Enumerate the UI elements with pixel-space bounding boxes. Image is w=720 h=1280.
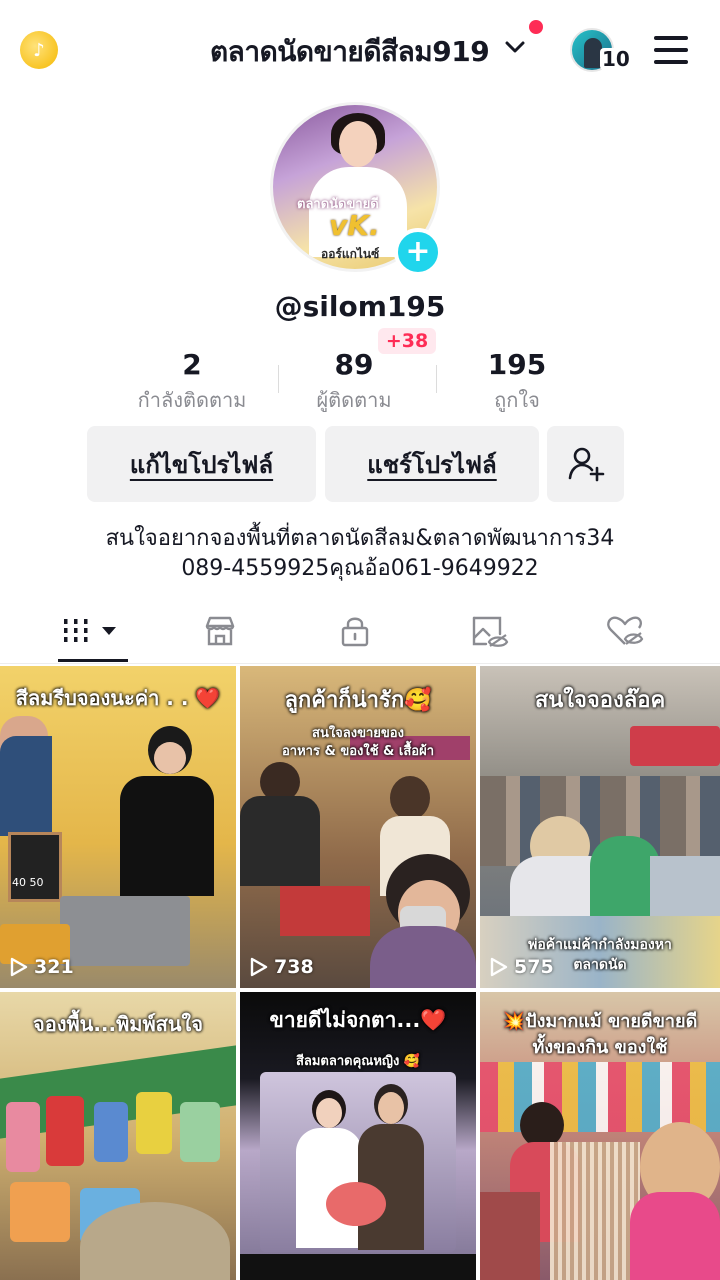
stat-followers[interactable]: 89 ผู้ติดตาม [264,348,444,416]
edit-profile-button[interactable]: แก้ไขโปรไฟล์ [87,426,316,502]
stat-value: 2 [182,348,202,381]
video-thumbnail[interactable]: จองพื้น...พิมพ์สนใจ [0,992,236,1280]
liked-hidden-icon [607,616,644,645]
play-icon [490,957,508,977]
tab-private[interactable] [305,600,405,662]
video-grid: 40 50 สีลมรีบจองนะค่า . . ❤️ 321 ลูกค้าก… [0,666,720,1280]
stat-following[interactable]: 2 กำลังติดตาม [102,348,282,416]
video-subcaption: สีลมตลาดคุณหญิง 🥰 [295,1054,421,1069]
bio-line: สนใจอยากจองพื้นที่ตลาดนัดสีลม&ตลาดพัฒนาก… [105,526,615,551]
tagged-hidden-icon [472,616,509,647]
view-count: 738 [250,956,314,978]
account-count-badge: 10 [600,47,632,71]
video-thumbnail[interactable]: 💥ปังมากแม้ ขายดีขายดี ทั้งของกิน ของใช้ [480,992,720,1280]
video-subcaption: อาหาร & ของใช้ & เสื้อผ้า [281,744,435,759]
video-caption: จองพื้น...พิมพ์สนใจ [32,1012,204,1036]
video-caption: ลูกค้าก็น่ารัก🥰 [284,688,432,713]
video-thumbnail[interactable]: ขายดีไม่จกตา...❤️ สีลมตลาดคุณหญิง 🥰 [240,992,476,1280]
profile-handle: @silom195 [274,290,446,323]
add-user-icon [568,447,604,482]
coin-icon[interactable]: ♪ [20,31,58,69]
avatar-logo-text: vK. [329,209,380,242]
account-switcher-label[interactable]: ตลาดนัดขายดีสีลม919 [210,30,490,74]
tab-liked[interactable] [575,600,675,662]
menu-icon[interactable] [654,36,688,64]
bio-line: 089-4559925คุณอ้อ061-9649922 [181,556,539,581]
price-board-text: 40 50 [12,876,44,889]
top-bar: ♪ ตลาดนัดขายดีสีลม919 10 [0,0,720,100]
stat-value: 195 [487,348,547,381]
lock-icon [341,617,369,647]
video-caption: สนใจจองล๊อค [534,688,666,713]
chevron-down-icon[interactable] [504,36,526,61]
video-caption: 💥ปังมากแม้ ขายดีขายดี [502,1011,698,1032]
video-thumbnail[interactable]: ลูกค้าก็น่ารัก🥰 สนใจลงขายของ อาหาร & ของ… [240,666,476,988]
video-caption: สีลมรีบจองนะค่า . . ❤️ [15,686,221,710]
profile-bio: สนใจอยากจองพื้นที่ตลาดนัดสีลม&ตลาดพัฒนาก… [0,524,720,584]
share-profile-label: แชร์โปรไฟล์ [367,450,497,479]
stat-label: ถูกใจ [494,388,540,412]
play-icon [10,957,28,977]
grid-icon [64,619,116,642]
view-count: 575 [490,956,554,978]
video-subcaption: ทั้งของกิน ของใช้ [532,1037,668,1058]
stat-label: กำลังติดตาม [137,388,247,412]
play-icon [250,957,268,977]
view-count: 321 [10,956,74,978]
avatar-subtext: ออร์แกไนซ์ [321,247,380,261]
video-thumbnail[interactable]: 40 50 สีลมรีบจองนะค่า . . ❤️ 321 [0,666,236,988]
profile-tabs [0,600,720,664]
video-caption: ขายดีไม่จกตา...❤️ [269,1008,447,1032]
stat-value: 89 [334,348,374,381]
tab-videos[interactable] [43,600,143,662]
shop-icon [205,616,235,646]
video-thumbnail[interactable]: สนใจจองล๊อค พ่อค้าแม่ค้ากำลังมองหา ตลาดน… [480,666,720,988]
tab-tagged[interactable] [440,600,540,662]
add-friend-button[interactable] [547,426,624,502]
stat-label: ผู้ติดตาม [316,388,392,412]
add-story-plus-icon[interactable]: + [394,228,442,276]
share-profile-button[interactable]: แชร์โปรไฟล์ [325,426,539,502]
stat-likes[interactable]: 195 ถูกใจ [427,348,607,416]
edit-profile-label: แก้ไขโปรไฟล์ [129,450,274,479]
notification-dot [529,20,543,34]
video-overlay-text: พ่อค้าแม่ค้ากำลังมองหา [528,937,672,953]
tab-shop[interactable] [170,600,270,662]
active-tab-indicator [58,659,128,662]
